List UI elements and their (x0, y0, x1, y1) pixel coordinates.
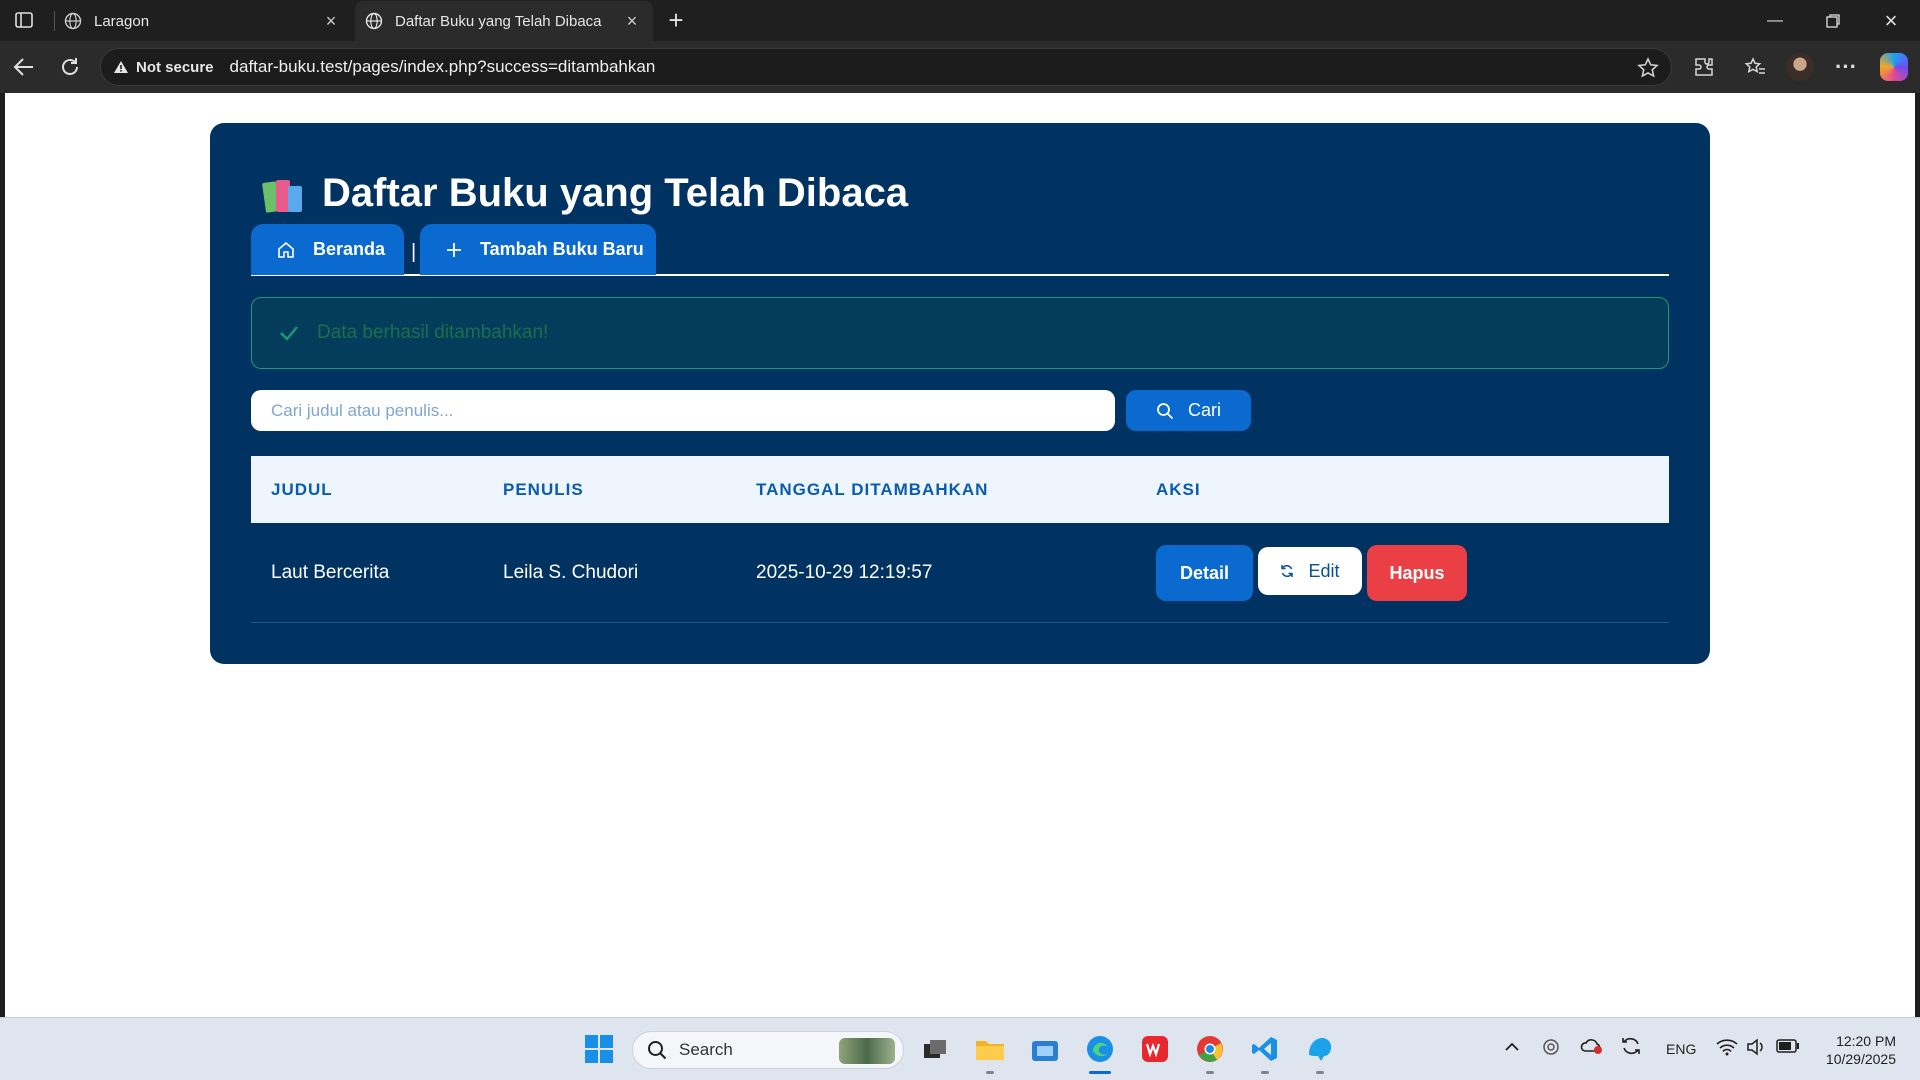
add-book-button[interactable]: Tambah Buku Baru (420, 224, 656, 275)
search-icon (1156, 402, 1174, 420)
close-tab-icon[interactable]: × (322, 12, 340, 30)
search-button-label: Cari (1188, 400, 1222, 420)
page-title-text: Daftar Buku yang Telah Dibaca (322, 171, 909, 215)
main-card: Daftar Buku yang Telah Dibaca Beranda | … (210, 123, 1710, 664)
address-toolbar: Not secure daftar-buku.test/pages/index.… (0, 41, 1920, 93)
search-input[interactable] (251, 390, 1115, 431)
extensions-icon[interactable] (1690, 53, 1718, 81)
tab-actions-icon[interactable] (12, 9, 36, 31)
delete-button[interactable]: Hapus (1367, 545, 1467, 601)
vscode-icon[interactable] (1246, 1030, 1284, 1074)
avatar (1786, 53, 1814, 81)
security-badge[interactable]: Not secure (113, 59, 214, 76)
url-bar[interactable]: Not secure daftar-buku.test/pages/index.… (100, 48, 1672, 86)
nav-separator: | (411, 241, 417, 263)
profile-avatar[interactable] (1786, 53, 1814, 81)
favorites-icon[interactable] (1741, 53, 1769, 81)
edge-browser-icon[interactable] (1081, 1030, 1119, 1074)
search-button[interactable]: Cari (1126, 390, 1251, 431)
home-button-label: Beranda (313, 239, 386, 259)
page-viewport: Daftar Buku yang Telah Dibaca Beranda | … (5, 93, 1915, 1017)
security-label: Not secure (136, 58, 214, 76)
globe-icon (64, 12, 82, 30)
close-window-icon[interactable]: × (1876, 8, 1906, 34)
windows-taskbar: Search ENG 12:20 PM 10/29/2025 (0, 1017, 1920, 1080)
warning-icon (114, 61, 128, 73)
taskbar-search[interactable]: Search (632, 1031, 904, 1069)
language-indicator[interactable]: ENG (1666, 1041, 1696, 1057)
add-book-button-label: Tambah Buku Baru (480, 239, 644, 259)
detail-button-label: Detail (1179, 562, 1230, 583)
clock-time: 12:20 PM (1836, 1033, 1896, 1049)
page-nav: Beranda | Tambah Buku Baru (251, 224, 1669, 276)
success-alert: Data berhasil ditambahkan! (251, 297, 1669, 369)
refresh-icon (1280, 564, 1294, 578)
table-header: JUDUL PENULIS TANGGAL DITAMBAHKAN AKSI (251, 456, 1669, 523)
tab-daftar-buku[interactable]: Daftar Buku yang Telah Dibaca × (355, 1, 653, 41)
plus-icon (446, 242, 462, 258)
minimize-icon[interactable]: — (1760, 8, 1790, 34)
task-view-icon[interactable] (916, 1030, 954, 1068)
windows-logo-icon (585, 1035, 613, 1063)
copilot-icon[interactable] (1880, 53, 1908, 81)
volume-icon[interactable] (1746, 1038, 1766, 1059)
globe-icon (365, 12, 383, 30)
tab-title: Laragon (94, 12, 150, 30)
delete-button-label: Hapus (1389, 562, 1445, 583)
tab-separator (54, 11, 55, 31)
tab-laragon[interactable]: Laragon × (56, 1, 352, 41)
show-hidden-icons[interactable] (1504, 1038, 1520, 1056)
column-header-aksi: AKSI (1156, 479, 1201, 499)
cell-penulis: Leila S. Chudori (503, 561, 639, 583)
home-button[interactable]: Beranda (251, 224, 404, 275)
books-table: JUDUL PENULIS TANGGAL DITAMBAHKAN AKSI L… (251, 456, 1669, 623)
cell-judul: Laut Bercerita (271, 561, 390, 583)
detail-button[interactable]: Detail (1156, 545, 1253, 601)
table-row: Laut Bercerita Leila S. Chudori 2025-10-… (251, 523, 1669, 623)
close-tab-icon[interactable]: × (623, 12, 641, 30)
check-icon (279, 325, 299, 341)
start-button[interactable] (580, 1030, 618, 1068)
column-header-tanggal: TANGGAL DITAMBAHKAN (756, 479, 989, 499)
store-icon[interactable] (1026, 1030, 1064, 1068)
edit-button-label: Edit (1308, 560, 1340, 581)
tab-title: Daftar Buku yang Telah Dibaca (395, 12, 602, 30)
file-explorer-icon[interactable] (971, 1030, 1009, 1074)
system-clock[interactable]: 12:20 PM 10/29/2025 (1826, 1032, 1896, 1068)
reload-icon[interactable] (56, 53, 84, 81)
alert-message: Data berhasil ditambahkan! (317, 322, 549, 343)
column-header-penulis: PENULIS (503, 479, 584, 499)
favorite-star-icon[interactable] (1637, 57, 1659, 84)
restore-icon[interactable] (1818, 8, 1848, 34)
browser-tab-bar: Laragon × Daftar Buku yang Telah Dibaca … (0, 0, 1920, 41)
clock-date: 10/29/2025 (1825, 1051, 1896, 1067)
more-options-icon[interactable]: ··· (1832, 53, 1860, 81)
chrome-icon[interactable] (1191, 1030, 1229, 1074)
column-header-judul: JUDUL (271, 479, 333, 499)
wps-office-icon[interactable] (1136, 1030, 1174, 1068)
sync-icon[interactable] (1620, 1036, 1642, 1059)
wifi-icon[interactable] (1716, 1038, 1738, 1059)
battery-icon[interactable] (1776, 1039, 1800, 1056)
mysql-icon[interactable] (1301, 1030, 1339, 1074)
cell-tanggal: 2025-10-29 12:19:57 (756, 561, 933, 583)
back-icon[interactable] (10, 53, 38, 81)
taskbar-search-label: Search (679, 1040, 733, 1059)
url-text[interactable]: daftar-buku.test/pages/index.php?success… (230, 57, 656, 77)
books-icon (261, 174, 306, 214)
search-highlight-image (839, 1038, 895, 1064)
home-icon (277, 241, 295, 259)
onedrive-icon[interactable] (1580, 1036, 1604, 1057)
tray-app-icon[interactable] (1542, 1036, 1560, 1059)
new-tab-icon[interactable]: + (663, 7, 689, 34)
search-icon (647, 1040, 667, 1060)
page-title: Daftar Buku yang Telah Dibaca (261, 171, 909, 216)
edit-button[interactable]: Edit (1258, 547, 1362, 595)
